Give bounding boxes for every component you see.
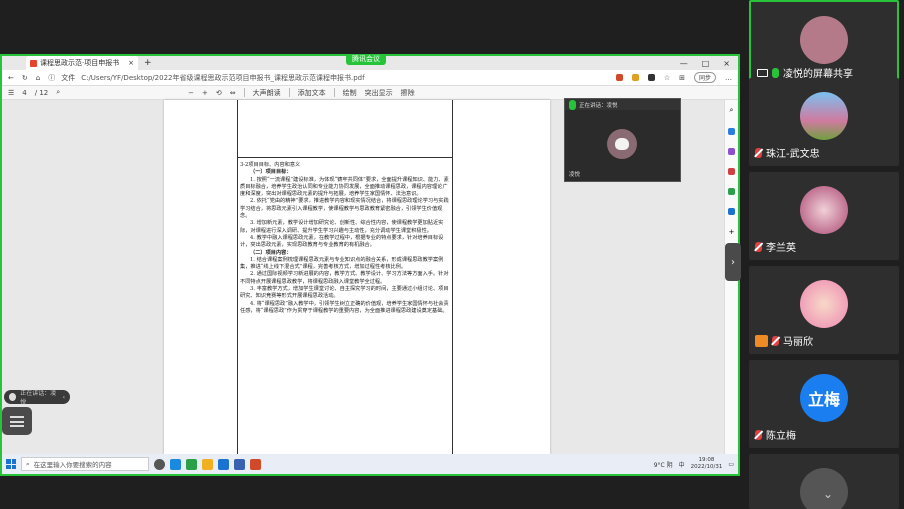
mic-muted-icon [772,335,779,346]
mic-muted-icon [755,429,762,440]
shared-screen: 课程思政示范·项目申报书 × + — □ × ← ↻ ⌂ ⓘ 文件 C:/Use… [0,0,740,476]
share-indicator: 腾讯会议 [346,54,386,65]
avatar-initials: 立梅 [800,374,848,422]
participant-name: 马丽欣 [783,337,813,348]
participant-tile[interactable]: 珠江-武文忠 [749,78,899,166]
participant-name: 陈立梅 [766,431,796,442]
avatar [800,16,848,64]
list-icon [10,415,24,427]
screen-share-icon [757,68,768,77]
avatar [800,280,848,328]
share-border [0,54,740,476]
speaker-avatar [9,393,17,401]
participant-tile[interactable]: 凌悦的屏幕共享 [749,0,899,88]
mic-muted-icon [755,147,762,158]
participant-name: 珠江-武文忠 [766,149,820,160]
participant-tile[interactable]: 立梅 陈立梅 [749,360,899,448]
participant-tile[interactable]: 李兰英 [749,172,899,260]
avatar [800,92,848,140]
collapse-panel-button[interactable]: › [725,243,741,281]
mic-on-icon [772,67,779,78]
chevron-down-icon[interactable]: ⌄ [813,487,843,503]
avatar [800,186,848,234]
chevron-left-icon[interactable]: ‹ [63,394,65,401]
participant-name: 李兰英 [766,243,796,254]
host-icon [755,334,768,347]
member-list-button[interactable] [2,407,32,435]
mic-muted-icon [755,241,762,252]
participant-tile[interactable]: ⌄ [749,454,899,509]
participant-tile[interactable]: 马丽欣 [749,266,899,354]
participants-panel: 凌悦的屏幕共享 珠江-武文忠 李兰英 马丽欣 立梅 陈立梅 ⌄ [744,0,904,509]
speaker-indicator: 正在讲话：凌悦 ‹ [4,390,70,406]
meeting-window: 课程思政示范·项目申报书 × + — □ × ← ↻ ⌂ ⓘ 文件 C:/Use… [0,0,904,509]
